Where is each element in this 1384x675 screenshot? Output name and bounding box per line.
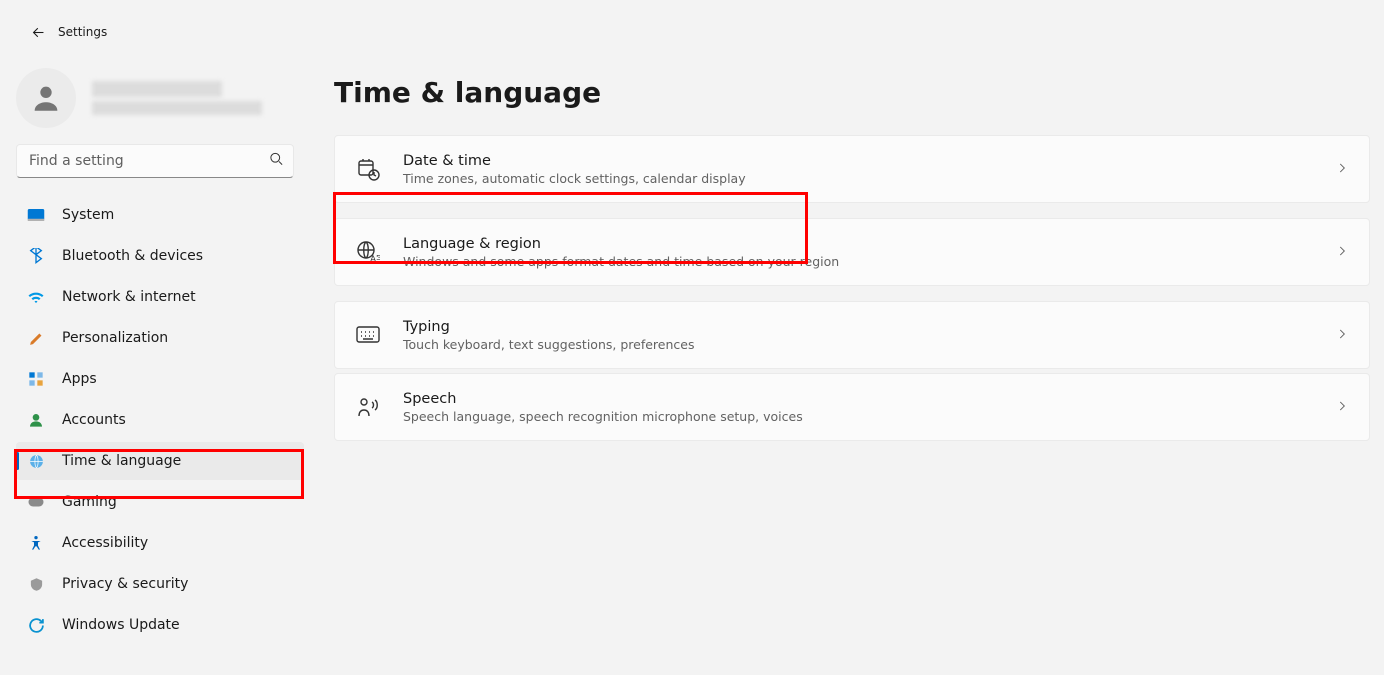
- speech-icon: [355, 394, 381, 420]
- search-icon: [269, 152, 284, 171]
- card-title: Date & time: [403, 153, 1335, 169]
- sidebar-item-accessibility[interactable]: Accessibility: [16, 524, 304, 562]
- account-icon: [26, 410, 46, 430]
- main-content: Time & language Date & time Time zones, …: [314, 64, 1384, 647]
- sidebar-item-gaming[interactable]: Gaming: [16, 483, 304, 521]
- chevron-right-icon: [1335, 243, 1349, 262]
- profile-name-redacted: [92, 81, 222, 97]
- calendar-clock-icon: [355, 156, 381, 182]
- gamepad-icon: [26, 492, 46, 512]
- sidebar-nav: System Bluetooth & devices Network & int…: [16, 196, 304, 644]
- globe-clock-icon: [26, 451, 46, 471]
- sidebar-item-windows-update[interactable]: Windows Update: [16, 606, 304, 644]
- card-title: Speech: [403, 391, 1335, 407]
- svg-text:A字: A字: [370, 253, 380, 264]
- arrow-left-icon: [30, 24, 47, 41]
- card-typing[interactable]: Typing Touch keyboard, text suggestions,…: [334, 301, 1370, 369]
- sidebar-item-label: Privacy & security: [62, 576, 188, 592]
- bluetooth-icon: [26, 246, 46, 266]
- card-subtitle: Touch keyboard, text suggestions, prefer…: [403, 337, 1335, 352]
- search-input[interactable]: [16, 144, 294, 178]
- sidebar: System Bluetooth & devices Network & int…: [0, 64, 314, 647]
- apps-icon: [26, 369, 46, 389]
- wifi-icon: [26, 287, 46, 307]
- accessibility-icon: [26, 533, 46, 553]
- search-box[interactable]: [16, 144, 294, 178]
- globe-language-icon: A字: [355, 239, 381, 265]
- chevron-right-icon: [1335, 398, 1349, 417]
- sidebar-item-bluetooth[interactable]: Bluetooth & devices: [16, 237, 304, 275]
- sidebar-item-network[interactable]: Network & internet: [16, 278, 304, 316]
- chevron-right-icon: [1335, 160, 1349, 179]
- card-subtitle: Time zones, automatic clock settings, ca…: [403, 171, 1335, 186]
- person-icon: [29, 81, 63, 115]
- card-title: Language & region: [403, 236, 1335, 252]
- chevron-right-icon: [1335, 326, 1349, 345]
- profile-text: [92, 81, 262, 115]
- card-speech[interactable]: Speech Speech language, speech recogniti…: [334, 373, 1370, 441]
- sidebar-item-label: Time & language: [62, 453, 181, 469]
- avatar: [16, 68, 76, 128]
- sidebar-item-label: Accounts: [62, 412, 126, 428]
- card-date-time[interactable]: Date & time Time zones, automatic clock …: [334, 135, 1370, 203]
- sidebar-item-label: Windows Update: [62, 617, 180, 633]
- sidebar-item-personalization[interactable]: Personalization: [16, 319, 304, 357]
- shield-icon: [26, 574, 46, 594]
- sidebar-item-accounts[interactable]: Accounts: [16, 401, 304, 439]
- back-button[interactable]: [20, 14, 56, 50]
- update-icon: [26, 615, 46, 635]
- card-subtitle: Speech language, speech recognition micr…: [403, 409, 1335, 424]
- sidebar-item-privacy[interactable]: Privacy & security: [16, 565, 304, 603]
- card-subtitle: Windows and some apps format dates and t…: [403, 254, 1335, 269]
- card-title: Typing: [403, 319, 1335, 335]
- window-header: Settings: [0, 0, 1384, 64]
- page-title: Time & language: [334, 76, 1370, 109]
- sidebar-item-label: Accessibility: [62, 535, 148, 551]
- display-icon: [26, 205, 46, 225]
- sidebar-item-label: Apps: [62, 371, 97, 387]
- sidebar-item-label: Personalization: [62, 330, 168, 346]
- sidebar-item-time-language[interactable]: Time & language: [16, 442, 304, 480]
- sidebar-item-label: Gaming: [62, 494, 117, 510]
- sidebar-item-label: System: [62, 207, 114, 223]
- sidebar-item-label: Network & internet: [62, 289, 196, 305]
- paintbrush-icon: [26, 328, 46, 348]
- card-language-region[interactable]: A字 Language & region Windows and some ap…: [334, 218, 1370, 286]
- app-title: Settings: [58, 25, 107, 39]
- keyboard-icon: [355, 322, 381, 348]
- sidebar-item-system[interactable]: System: [16, 196, 304, 234]
- profile-block[interactable]: [16, 64, 314, 144]
- sidebar-item-apps[interactable]: Apps: [16, 360, 304, 398]
- profile-email-redacted: [92, 101, 262, 115]
- settings-cards: Date & time Time zones, automatic clock …: [334, 135, 1370, 441]
- sidebar-item-label: Bluetooth & devices: [62, 248, 203, 264]
